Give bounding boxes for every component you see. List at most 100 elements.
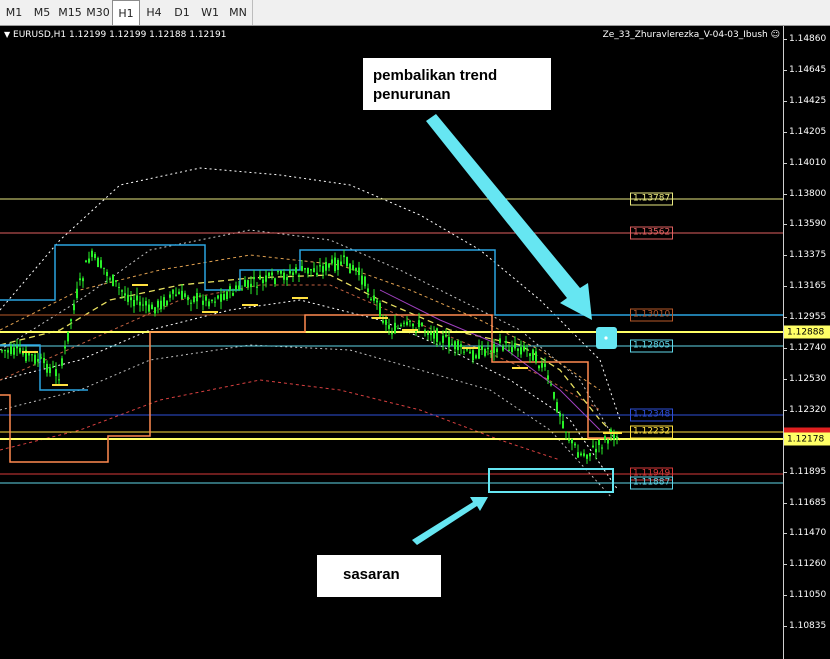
candle-body: [598, 439, 600, 446]
candle-body: [4, 350, 6, 352]
symbol-dropdown-icon[interactable]: ▼: [4, 30, 10, 39]
candle-body: [367, 288, 369, 292]
candle-body: [46, 363, 48, 373]
candle-body: [322, 266, 324, 273]
candle-body: [64, 346, 66, 349]
candle-body: [73, 304, 75, 311]
candle-body: [382, 320, 384, 323]
candle-body: [529, 353, 531, 357]
candle-body: [571, 439, 573, 444]
candle-body: [202, 300, 204, 305]
timeframe-d1-button[interactable]: D1: [168, 0, 196, 25]
candle-body: [418, 320, 420, 328]
candle-body: [301, 266, 303, 271]
candle-body: [361, 275, 363, 285]
candle-body: [487, 347, 489, 350]
candle-body: [127, 294, 129, 302]
level-label: 1.13787: [630, 192, 674, 206]
candle-body: [283, 272, 285, 280]
candle-body: [136, 295, 138, 301]
candle-body: [421, 322, 423, 326]
candle-body: [403, 322, 405, 324]
level-label: 1.12348: [630, 408, 674, 422]
candle-body: [175, 294, 177, 296]
price-tick-label: 1.14645: [789, 64, 827, 75]
candle-body: [559, 412, 561, 417]
candle-body: [97, 257, 99, 268]
candle-body: [424, 329, 426, 331]
candle-body: [532, 349, 534, 361]
candle-body: [568, 439, 570, 441]
candle-body: [85, 260, 87, 263]
candle-body: [430, 332, 432, 336]
timeframe-m1-button[interactable]: M1: [0, 0, 28, 25]
candle-body: [43, 358, 45, 364]
candle-body: [274, 278, 276, 285]
price-axis[interactable]: 1.14860 1.14645 1.14425 1.14205 1.14010 1.138…: [783, 26, 830, 659]
timeframe-m15-button[interactable]: M15: [56, 0, 84, 25]
reversal-annotation: pembalikan trend penurunan: [363, 58, 551, 110]
candle-body: [595, 448, 597, 453]
timeframe-h1-button[interactable]: H1: [112, 0, 140, 25]
candle-body: [517, 348, 519, 351]
candle-body: [577, 452, 579, 458]
candle-body: [313, 268, 315, 273]
candle-body: [91, 250, 93, 257]
candle-body: [364, 276, 366, 287]
candle-body: [208, 301, 210, 307]
timeframe-h4-button[interactable]: H4: [140, 0, 168, 25]
candle-body: [232, 292, 234, 296]
candle-body: [484, 349, 486, 356]
candle-body: [61, 358, 63, 366]
candle-body: [115, 280, 117, 282]
candle-body: [373, 295, 375, 301]
candle-body: [217, 295, 219, 299]
candle-body: [244, 279, 246, 287]
candle-body: [607, 439, 609, 444]
candle-body: [34, 354, 36, 364]
candle-body: [55, 369, 57, 377]
candle-body: [427, 332, 429, 336]
timeframe-mn-button[interactable]: MN: [224, 0, 252, 25]
candle-body: [511, 347, 513, 352]
candle-body: [190, 302, 192, 304]
candle-body: [526, 348, 528, 350]
indicator-title: Ze_33_Zhuravlerezka_V-04-03_Ibush ☺: [603, 30, 780, 40]
candle-body: [187, 296, 189, 301]
timeframe-toolbar: M1 M5 M15 M30 H1 H4 D1 W1 MN: [0, 0, 830, 26]
timeframe-m5-button[interactable]: M5: [28, 0, 56, 25]
candle-body: [472, 350, 474, 361]
price-tick-label: 1.14425: [789, 95, 827, 106]
candle-body: [613, 434, 615, 439]
candle-body: [355, 268, 357, 272]
candle-body: [346, 256, 348, 266]
candle-body: [508, 349, 510, 351]
candle-body: [142, 304, 144, 306]
candle-body: [448, 337, 450, 348]
candle-body: [250, 283, 252, 288]
candle-body: [547, 375, 549, 380]
smiley-icon: ☺: [770, 30, 780, 40]
timeframe-m30-button[interactable]: M30: [84, 0, 112, 25]
candle-body: [469, 351, 471, 354]
candle-body: [535, 351, 537, 363]
candle-body: [13, 347, 15, 355]
candle-body: [271, 272, 273, 276]
candle-body: [157, 300, 159, 308]
price-tick-label: 1.14860: [789, 34, 827, 44]
candle-body: [604, 436, 606, 440]
timeframe-w1-button[interactable]: W1: [196, 0, 224, 25]
candle-body: [109, 278, 111, 280]
candle-body: [253, 276, 255, 280]
candle-body: [310, 269, 312, 271]
candle-body: [583, 453, 585, 456]
candle-body: [457, 340, 459, 351]
candle-body: [550, 384, 552, 386]
candle-body: [112, 274, 114, 287]
candle-body: [499, 338, 501, 343]
candle-body: [493, 343, 495, 354]
candle-body: [220, 294, 222, 302]
candle-body: [262, 279, 264, 284]
price-tick-label: 1.13800: [789, 188, 827, 199]
candle-body: [556, 402, 558, 412]
